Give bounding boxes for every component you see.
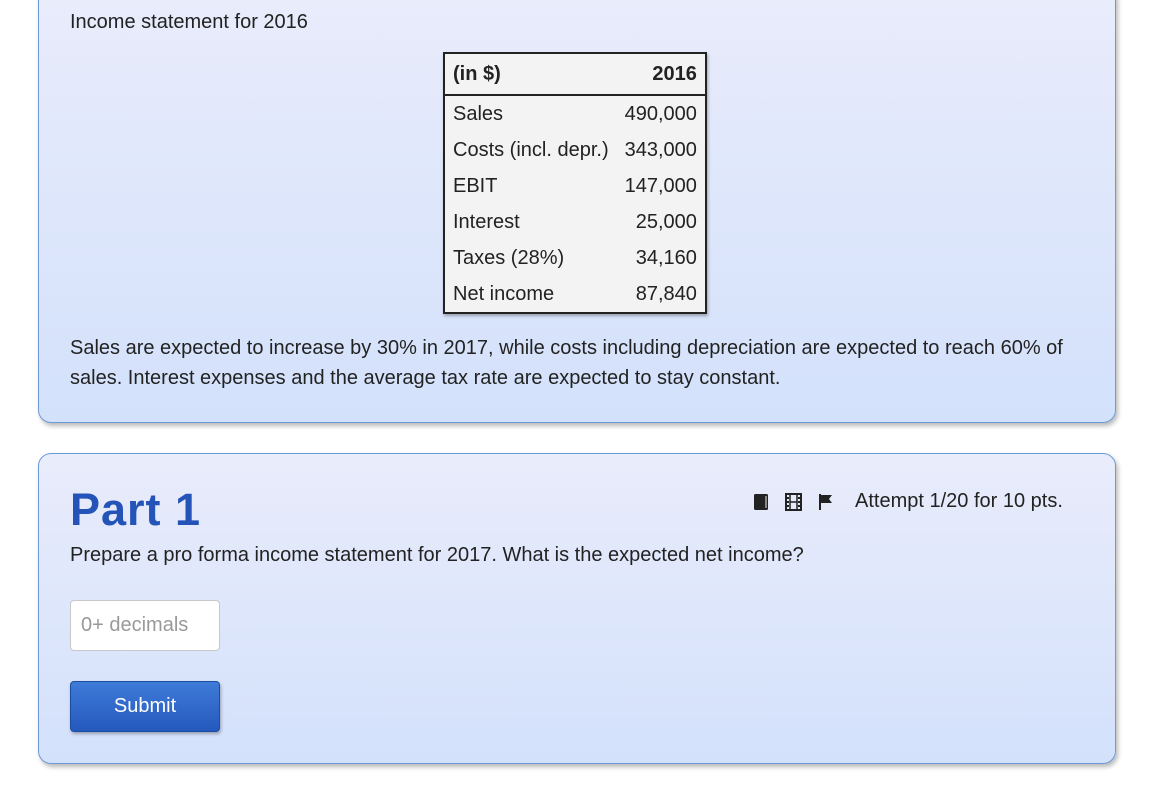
submit-button[interactable]: Submit xyxy=(70,681,220,732)
table-row: Sales 490,000 xyxy=(444,95,706,132)
film-icon[interactable] xyxy=(785,492,802,511)
table-row: Costs (incl. depr.) 343,000 xyxy=(444,132,706,168)
table-row: Interest 25,000 xyxy=(444,204,706,240)
book-icon[interactable] xyxy=(753,493,770,511)
attempt-counter: Attempt 1/20 for 10 pts. xyxy=(855,490,1063,512)
row-value: 87,840 xyxy=(635,282,697,305)
row-label: Interest xyxy=(453,210,520,233)
row-label: Net income xyxy=(453,282,555,305)
part-title: Part 1 xyxy=(70,484,202,535)
row-value: 343,000 xyxy=(624,138,697,161)
answer-input[interactable] xyxy=(70,600,220,651)
row-value: 34,160 xyxy=(635,246,697,269)
row-value: 490,000 xyxy=(624,102,697,125)
problem-card: Income statement for 2016 (in $) 2016 Sa… xyxy=(38,0,1116,423)
problem-description: Sales are expected to increase by 30% in… xyxy=(70,337,1063,389)
row-value: 147,000 xyxy=(624,174,697,197)
row-label: Taxes (28%) xyxy=(453,246,565,269)
row-value: 25,000 xyxy=(635,210,697,233)
row-label: Sales xyxy=(453,102,504,125)
part-card: Part 1 Attempt 1/20 for 10 pts. Prepare … xyxy=(38,453,1116,764)
row-label: EBIT xyxy=(453,174,498,197)
row-label: Costs (incl. depr.) xyxy=(453,138,609,161)
table-row: Net income 87,840 xyxy=(444,276,706,313)
column-header-unit: (in $) xyxy=(444,53,617,96)
column-header-year: 2016 xyxy=(616,53,706,96)
table-header-row: (in $) 2016 xyxy=(444,53,706,96)
flag-icon[interactable] xyxy=(817,493,834,511)
income-statement-table: (in $) 2016 Sales 490,000 Costs (incl. d… xyxy=(443,52,707,314)
question-text: Prepare a pro forma income statement for… xyxy=(70,544,804,566)
part-toolbar: Attempt 1/20 for 10 pts. xyxy=(753,490,1063,513)
table-row: EBIT 147,000 xyxy=(444,168,706,204)
table-row: Taxes (28%) 34,160 xyxy=(444,240,706,276)
income-statement-heading: Income statement for 2016 xyxy=(70,11,308,33)
